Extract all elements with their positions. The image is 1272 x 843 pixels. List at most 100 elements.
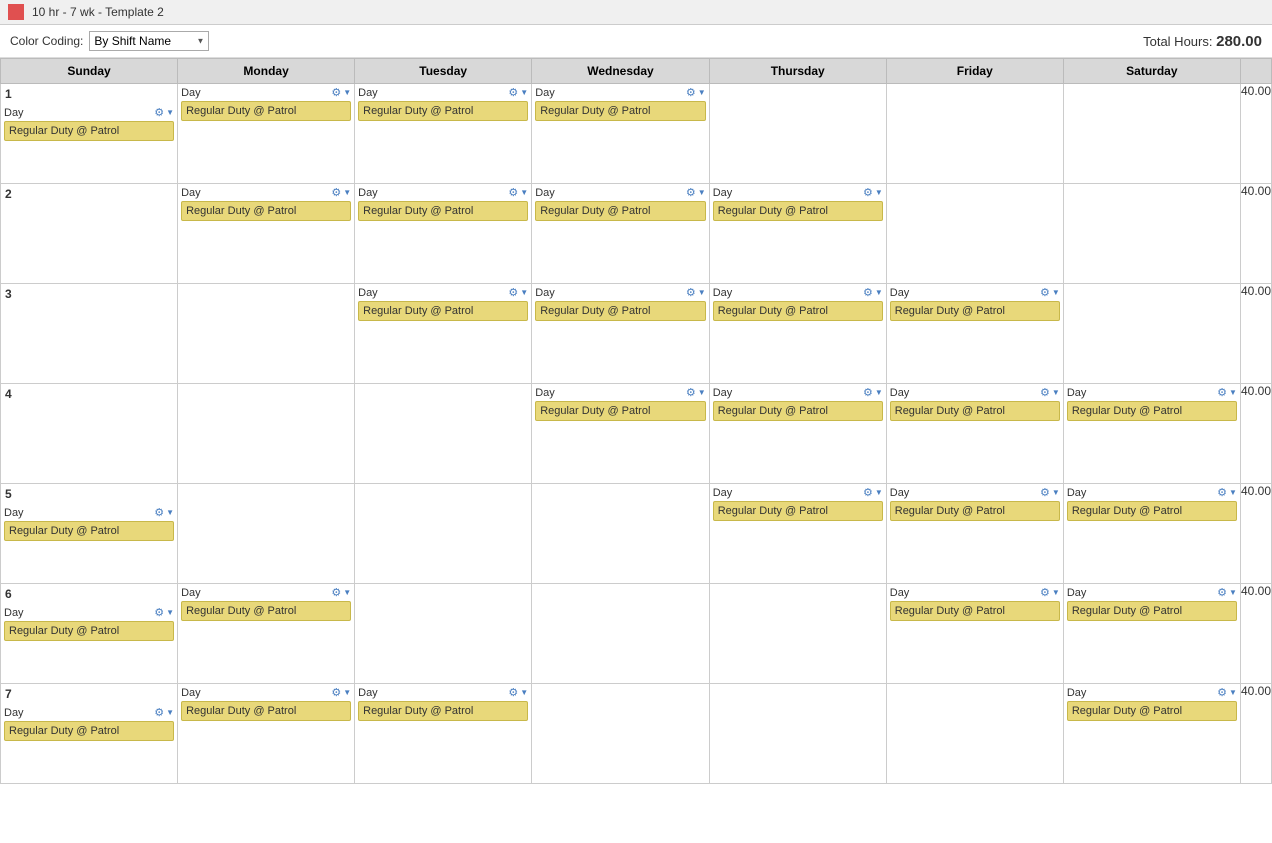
shift-action-icons-w5-d6[interactable]: ⚙▼ <box>1217 486 1237 499</box>
shift-block-w1-d2[interactable]: Regular Duty @ Patrol <box>358 101 528 121</box>
shift-block-w2-d2[interactable]: Regular Duty @ Patrol <box>358 201 528 221</box>
shift-block-w4-d3[interactable]: Regular Duty @ Patrol <box>535 401 706 421</box>
gear-icon[interactable]: ⚙ <box>508 286 518 299</box>
shift-action-icons-w6-d1[interactable]: ⚙▼ <box>331 586 351 599</box>
gear-icon[interactable]: ⚙ <box>863 186 873 199</box>
shift-block-w7-d6[interactable]: Regular Duty @ Patrol <box>1067 701 1237 721</box>
shift-action-icons-w1-d1[interactable]: ⚙▼ <box>331 86 351 99</box>
shift-block-w4-d5[interactable]: Regular Duty @ Patrol <box>890 401 1060 421</box>
dropdown-arrow-icon[interactable]: ▼ <box>698 288 706 297</box>
dropdown-arrow-icon[interactable]: ▼ <box>875 388 883 397</box>
shift-action-icons-w7-d0[interactable]: ⚙▼ <box>154 706 174 719</box>
gear-icon[interactable]: ⚙ <box>331 586 341 599</box>
shift-action-icons-w5-d4[interactable]: ⚙▼ <box>863 486 883 499</box>
day-cell-w7-d0[interactable]: 7Day⚙▼Regular Duty @ Patrol <box>1 684 178 784</box>
day-cell-w7-d5[interactable] <box>886 684 1063 784</box>
day-cell-w2-d1[interactable]: Day⚙▼Regular Duty @ Patrol <box>178 184 355 284</box>
shift-action-icons-w3-d2[interactable]: ⚙▼ <box>508 286 528 299</box>
shift-block-w4-d4[interactable]: Regular Duty @ Patrol <box>713 401 883 421</box>
shift-block-w5-d0[interactable]: Regular Duty @ Patrol <box>4 521 174 541</box>
gear-icon[interactable]: ⚙ <box>331 186 341 199</box>
shift-block-w3-d5[interactable]: Regular Duty @ Patrol <box>890 301 1060 321</box>
dropdown-arrow-icon[interactable]: ▼ <box>875 488 883 497</box>
day-cell-w4-d0[interactable]: 4 <box>1 384 178 484</box>
day-cell-w1-d1[interactable]: Day⚙▼Regular Duty @ Patrol <box>178 84 355 184</box>
gear-icon[interactable]: ⚙ <box>508 186 518 199</box>
day-cell-w2-d6[interactable] <box>1063 184 1240 284</box>
gear-icon[interactable]: ⚙ <box>154 106 164 119</box>
shift-action-icons-w1-d2[interactable]: ⚙▼ <box>508 86 528 99</box>
shift-block-w2-d4[interactable]: Regular Duty @ Patrol <box>713 201 883 221</box>
shift-action-icons-w7-d6[interactable]: ⚙▼ <box>1217 686 1237 699</box>
shift-action-icons-w3-d3[interactable]: ⚙▼ <box>686 286 706 299</box>
day-cell-w2-d2[interactable]: Day⚙▼Regular Duty @ Patrol <box>355 184 532 284</box>
gear-icon[interactable]: ⚙ <box>1040 586 1050 599</box>
day-cell-w7-d2[interactable]: Day⚙▼Regular Duty @ Patrol <box>355 684 532 784</box>
gear-icon[interactable]: ⚙ <box>863 286 873 299</box>
gear-icon[interactable]: ⚙ <box>686 186 696 199</box>
shift-block-w3-d4[interactable]: Regular Duty @ Patrol <box>713 301 883 321</box>
dropdown-arrow-icon[interactable]: ▼ <box>343 188 351 197</box>
shift-action-icons-w2-d3[interactable]: ⚙▼ <box>686 186 706 199</box>
gear-icon[interactable]: ⚙ <box>1040 486 1050 499</box>
day-cell-w4-d5[interactable]: Day⚙▼Regular Duty @ Patrol <box>886 384 1063 484</box>
dropdown-arrow-icon[interactable]: ▼ <box>1052 488 1060 497</box>
dropdown-arrow-icon[interactable]: ▼ <box>520 188 528 197</box>
color-coding-select[interactable]: By Shift Name By Position By Employee <box>89 31 209 51</box>
day-cell-w6-d2[interactable] <box>355 584 532 684</box>
day-cell-w1-d6[interactable] <box>1063 84 1240 184</box>
dropdown-arrow-icon[interactable]: ▼ <box>343 688 351 697</box>
shift-action-icons-w4-d4[interactable]: ⚙▼ <box>863 386 883 399</box>
gear-icon[interactable]: ⚙ <box>863 486 873 499</box>
gear-icon[interactable]: ⚙ <box>1040 386 1050 399</box>
shift-action-icons-w2-d4[interactable]: ⚙▼ <box>863 186 883 199</box>
shift-block-w1-d0[interactable]: Regular Duty @ Patrol <box>4 121 174 141</box>
shift-action-icons-w1-d0[interactable]: ⚙▼ <box>154 106 174 119</box>
shift-block-w7-d0[interactable]: Regular Duty @ Patrol <box>4 721 174 741</box>
dropdown-arrow-icon[interactable]: ▼ <box>875 188 883 197</box>
dropdown-arrow-icon[interactable]: ▼ <box>166 508 174 517</box>
shift-action-icons-w7-d2[interactable]: ⚙▼ <box>508 686 528 699</box>
gear-icon[interactable]: ⚙ <box>1217 486 1227 499</box>
shift-block-w5-d5[interactable]: Regular Duty @ Patrol <box>890 501 1060 521</box>
day-cell-w4-d3[interactable]: Day⚙▼Regular Duty @ Patrol <box>532 384 710 484</box>
gear-icon[interactable]: ⚙ <box>863 386 873 399</box>
day-cell-w1-d4[interactable] <box>709 84 886 184</box>
gear-icon[interactable]: ⚙ <box>154 506 164 519</box>
day-cell-w5-d2[interactable] <box>355 484 532 584</box>
day-cell-w3-d3[interactable]: Day⚙▼Regular Duty @ Patrol <box>532 284 710 384</box>
day-cell-w7-d3[interactable] <box>532 684 710 784</box>
gear-icon[interactable]: ⚙ <box>508 86 518 99</box>
shift-block-w1-d1[interactable]: Regular Duty @ Patrol <box>181 101 351 121</box>
gear-icon[interactable]: ⚙ <box>686 86 696 99</box>
day-cell-w5-d6[interactable]: Day⚙▼Regular Duty @ Patrol <box>1063 484 1240 584</box>
shift-block-w2-d1[interactable]: Regular Duty @ Patrol <box>181 201 351 221</box>
dropdown-arrow-icon[interactable]: ▼ <box>343 588 351 597</box>
shift-block-w7-d1[interactable]: Regular Duty @ Patrol <box>181 701 351 721</box>
shift-action-icons-w6-d5[interactable]: ⚙▼ <box>1040 586 1060 599</box>
dropdown-arrow-icon[interactable]: ▼ <box>520 688 528 697</box>
day-cell-w6-d0[interactable]: 6Day⚙▼Regular Duty @ Patrol <box>1 584 178 684</box>
day-cell-w4-d2[interactable] <box>355 384 532 484</box>
shift-block-w6-d5[interactable]: Regular Duty @ Patrol <box>890 601 1060 621</box>
day-cell-w3-d4[interactable]: Day⚙▼Regular Duty @ Patrol <box>709 284 886 384</box>
shift-action-icons-w4-d6[interactable]: ⚙▼ <box>1217 386 1237 399</box>
shift-block-w6-d1[interactable]: Regular Duty @ Patrol <box>181 601 351 621</box>
day-cell-w7-d1[interactable]: Day⚙▼Regular Duty @ Patrol <box>178 684 355 784</box>
shift-action-icons-w6-d6[interactable]: ⚙▼ <box>1217 586 1237 599</box>
dropdown-arrow-icon[interactable]: ▼ <box>166 608 174 617</box>
day-cell-w5-d5[interactable]: Day⚙▼Regular Duty @ Patrol <box>886 484 1063 584</box>
shift-block-w2-d3[interactable]: Regular Duty @ Patrol <box>535 201 706 221</box>
shift-block-w3-d3[interactable]: Regular Duty @ Patrol <box>535 301 706 321</box>
day-cell-w6-d4[interactable] <box>709 584 886 684</box>
shift-action-icons-w3-d4[interactable]: ⚙▼ <box>863 286 883 299</box>
gear-icon[interactable]: ⚙ <box>154 706 164 719</box>
day-cell-w4-d4[interactable]: Day⚙▼Regular Duty @ Patrol <box>709 384 886 484</box>
day-cell-w2-d0[interactable]: 2 <box>1 184 178 284</box>
dropdown-arrow-icon[interactable]: ▼ <box>1229 588 1237 597</box>
gear-icon[interactable]: ⚙ <box>154 606 164 619</box>
shift-action-icons-w2-d2[interactable]: ⚙▼ <box>508 186 528 199</box>
dropdown-arrow-icon[interactable]: ▼ <box>166 108 174 117</box>
gear-icon[interactable]: ⚙ <box>331 686 341 699</box>
shift-action-icons-w4-d3[interactable]: ⚙▼ <box>686 386 706 399</box>
